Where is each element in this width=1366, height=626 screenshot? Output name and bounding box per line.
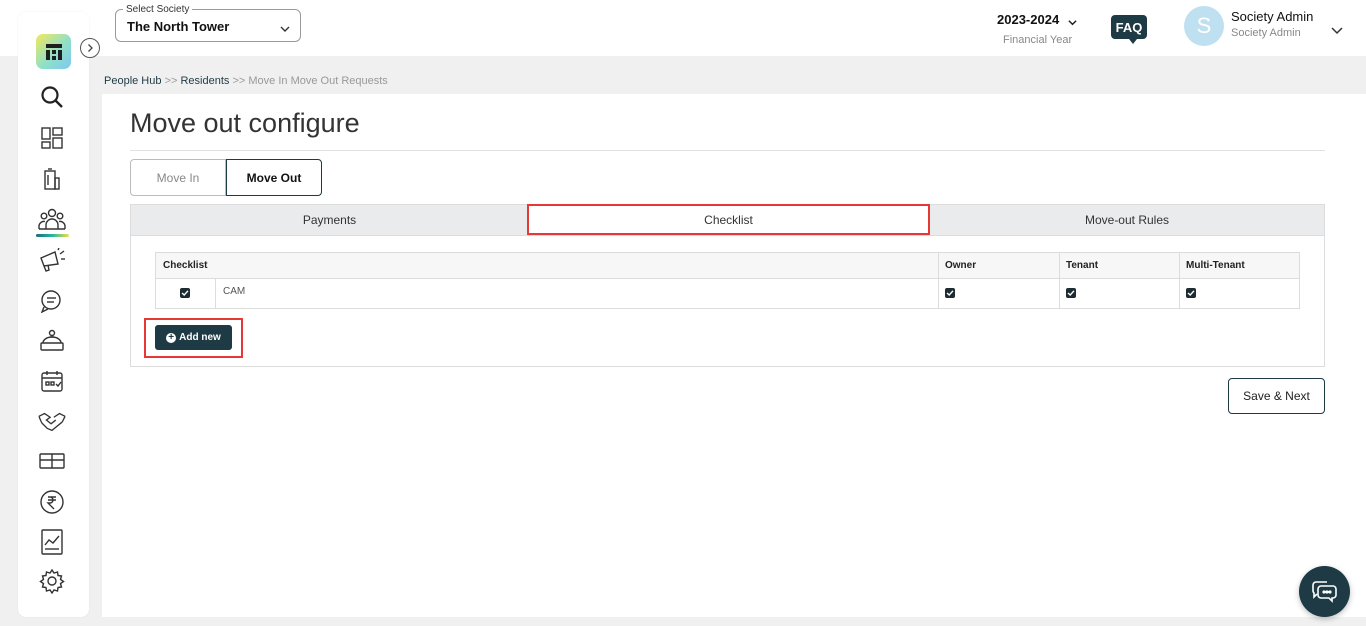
breadcrumb-separator: >> <box>164 75 178 87</box>
column-divider <box>938 253 939 308</box>
grid-header-row <box>156 253 1299 279</box>
breadcrumb-current: Move In Move Out Requests <box>248 75 388 87</box>
plus-icon: + <box>166 332 177 343</box>
row-select-checkbox[interactable] <box>180 288 190 298</box>
column-divider <box>215 279 216 308</box>
add-new-label: Add new <box>179 332 221 343</box>
chevron-down-icon <box>280 21 290 39</box>
tab-move-out[interactable]: Move Out <box>226 159 322 196</box>
building-icon[interactable] <box>38 165 66 193</box>
calendar-icon[interactable] <box>38 367 66 395</box>
avatar[interactable]: S <box>1184 6 1224 46</box>
financial-year-label: Financial Year <box>1003 34 1073 46</box>
tenant-checkbox[interactable] <box>1066 288 1076 298</box>
society-select-value: The North Tower <box>127 19 230 34</box>
financial-year-value[interactable]: 2023-2024 <box>997 12 1059 27</box>
announcement-icon[interactable] <box>38 246 66 274</box>
user-role: Society Admin <box>1231 27 1301 39</box>
report-icon[interactable] <box>38 528 66 556</box>
gear-icon[interactable] <box>38 567 66 595</box>
column-header-owner: Owner <box>945 260 977 271</box>
rupee-icon[interactable] <box>38 488 66 516</box>
sub-tabs: Payments Checklist Move-out Rules <box>130 204 1325 236</box>
multi-tenant-checkbox[interactable] <box>1186 288 1196 298</box>
sidebar-toggle-button[interactable] <box>80 38 100 58</box>
society-select-label: Select Society <box>123 5 193 15</box>
user-name[interactable]: Society Admin <box>1231 9 1313 24</box>
title-divider <box>130 150 1325 151</box>
search-icon[interactable] <box>38 83 66 111</box>
chevron-down-icon[interactable] <box>1068 14 1077 32</box>
column-header-checklist: Checklist <box>163 260 208 271</box>
faq-button[interactable]: FAQ <box>1111 15 1147 44</box>
breadcrumb-people-hub[interactable]: People Hub <box>104 75 162 87</box>
chat-icon[interactable] <box>38 287 66 315</box>
breadcrumb-separator: >> <box>232 75 246 87</box>
owner-checkbox[interactable] <box>945 288 955 298</box>
column-header-tenant: Tenant <box>1066 260 1099 271</box>
add-new-button[interactable]: + Add new <box>155 325 232 350</box>
column-divider <box>1059 253 1060 308</box>
mode-tabs: Move In Move Out <box>130 159 322 196</box>
chat-support-button[interactable] <box>1299 566 1350 617</box>
society-select[interactable]: Select Society The North Tower <box>115 5 301 42</box>
app-logo-icon[interactable] <box>36 34 71 69</box>
save-next-button[interactable]: Save & Next <box>1228 378 1325 414</box>
column-header-multi-tenant: Multi-Tenant <box>1186 260 1245 271</box>
helpdesk-icon[interactable] <box>38 327 66 355</box>
active-nav-indicator <box>36 234 69 237</box>
checklist-item-name: CAM <box>223 286 246 297</box>
checklist-grid: Checklist Owner Tenant Multi-Tenant CAM <box>155 252 1300 309</box>
chat-bubble-icon <box>1311 580 1337 603</box>
tab-move-in[interactable]: Move In <box>130 159 226 196</box>
tab-checklist[interactable]: Checklist <box>527 204 930 235</box>
breadcrumb: People Hub >> Residents >> Move In Move … <box>104 75 388 87</box>
people-icon[interactable] <box>38 205 66 233</box>
top-header: Select Society The North Tower 2023-2024… <box>0 0 1366 56</box>
breadcrumb-residents[interactable]: Residents <box>180 75 229 87</box>
handshake-icon[interactable] <box>38 407 66 435</box>
page-title: Move out configure <box>130 108 360 138</box>
column-divider <box>1179 253 1180 308</box>
parking-icon[interactable] <box>38 447 66 475</box>
tab-payments[interactable]: Payments <box>131 205 528 235</box>
tab-move-out-rules[interactable]: Move-out Rules <box>930 205 1324 235</box>
chevron-down-icon[interactable] <box>1331 22 1343 40</box>
dashboard-icon[interactable] <box>38 124 66 152</box>
